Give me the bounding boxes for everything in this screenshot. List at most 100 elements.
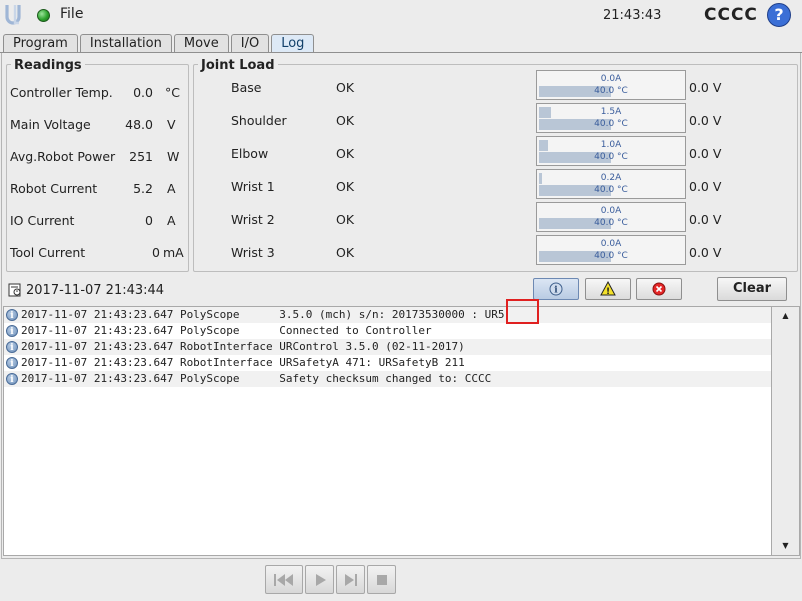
joint-temperature: 40.0 °C bbox=[594, 218, 628, 228]
file-menu[interactable]: File bbox=[60, 6, 83, 22]
log-entry-text: 2017-11-07 21:43:23.647 PolyScope Connec… bbox=[21, 324, 432, 337]
joint-status: OK bbox=[336, 146, 355, 161]
tab-move[interactable]: Move bbox=[173, 34, 229, 53]
joint-name: Elbow bbox=[231, 146, 269, 161]
reading-unit: A bbox=[167, 181, 176, 196]
joint-current: 0.2A bbox=[600, 173, 622, 183]
joint-temperature: 40.0 °C bbox=[594, 86, 628, 96]
svg-text:!: ! bbox=[606, 287, 610, 297]
scroll-up-icon[interactable]: ▲ bbox=[772, 308, 799, 324]
readings-group: Readings Controller Temp. 0.0 °C Main Vo… bbox=[6, 58, 189, 272]
tab-bar: Program Installation Move I/O Log bbox=[3, 34, 315, 53]
play-button[interactable] bbox=[305, 565, 334, 594]
joint-status: OK bbox=[336, 245, 355, 260]
reading-value: 0 bbox=[145, 213, 153, 228]
error-filter-button[interactable] bbox=[636, 278, 682, 300]
joint-status: OK bbox=[336, 212, 355, 227]
log-row[interactable]: 2017-11-07 21:43:23.647 PolyScope Connec… bbox=[4, 323, 771, 340]
log-entry-text: 2017-11-07 21:43:23.647 RobotInterface U… bbox=[21, 340, 465, 353]
reading-value: 5.2 bbox=[133, 181, 153, 196]
joint-meter: 0.0A 40.0 °C bbox=[536, 70, 686, 100]
reading-value: 48.0 bbox=[125, 117, 153, 132]
joint-meter: 1.5A 40.0 °C bbox=[536, 103, 686, 133]
joint-meter: 1.0A 40.0 °C bbox=[536, 136, 686, 166]
info-icon bbox=[6, 356, 18, 372]
reading-label: Controller Temp. bbox=[10, 85, 113, 100]
program-controls bbox=[265, 565, 396, 594]
stop-icon bbox=[376, 574, 387, 585]
joint-name: Wrist 1 bbox=[231, 179, 275, 194]
joint-status: OK bbox=[336, 113, 355, 128]
step-button[interactable] bbox=[336, 565, 365, 594]
joint-name: Wrist 3 bbox=[231, 245, 275, 260]
play-icon bbox=[315, 573, 326, 586]
joint-temperature: 40.0 °C bbox=[594, 119, 628, 129]
joint-current: 0.0A bbox=[600, 239, 622, 249]
joint-current: 1.0A bbox=[600, 140, 622, 150]
joint-current: 0.0A bbox=[600, 206, 622, 216]
joint-meter: 0.0A 40.0 °C bbox=[536, 235, 686, 265]
reading-label: Main Voltage bbox=[10, 117, 91, 132]
tab-log[interactable]: Log bbox=[271, 34, 315, 53]
warning-filter-button[interactable]: ! bbox=[585, 278, 631, 300]
reading-unit: W bbox=[167, 149, 180, 164]
log-row[interactable]: 2017-11-07 21:43:23.647 RobotInterface U… bbox=[4, 339, 771, 356]
log-list: 2017-11-07 21:43:23.647 PolyScope 3.5.0 … bbox=[3, 306, 772, 556]
reading-unit: A bbox=[167, 213, 176, 228]
log-row[interactable]: 2017-11-07 21:43:23.647 RobotInterface U… bbox=[4, 355, 771, 372]
joint-load-title: Joint Load bbox=[198, 58, 278, 73]
top-bar: File 21:43:43 CCCC ? bbox=[0, 0, 802, 32]
info-filter-button[interactable]: i bbox=[533, 278, 579, 300]
log-scrollbar[interactable]: ▲ ▼ bbox=[772, 306, 800, 556]
reading-unit: °C bbox=[165, 85, 180, 100]
log-entry-text: 2017-11-07 21:43:23.647 PolyScope 3.5.0 … bbox=[21, 308, 505, 321]
error-filter-icon bbox=[652, 282, 666, 296]
joint-meter: 0.0A 40.0 °C bbox=[536, 202, 686, 232]
log-row[interactable]: 2017-11-07 21:43:23.647 PolyScope 3.5.0 … bbox=[4, 307, 771, 324]
info-filter-icon: i bbox=[549, 282, 563, 296]
reading-unit: V bbox=[167, 117, 176, 132]
joint-status: OK bbox=[336, 80, 355, 95]
reading-label: Robot Current bbox=[10, 181, 98, 196]
tab-io[interactable]: I/O bbox=[230, 34, 270, 53]
stop-button[interactable] bbox=[367, 565, 396, 594]
tab-installation[interactable]: Installation bbox=[79, 34, 172, 53]
clear-button[interactable]: Clear bbox=[717, 277, 787, 301]
log-entry-text: 2017-11-07 21:43:23.647 PolyScope Safety… bbox=[21, 372, 492, 385]
joint-temperature: 40.0 °C bbox=[594, 251, 628, 261]
scroll-down-icon[interactable]: ▼ bbox=[772, 538, 799, 554]
warning-filter-icon: ! bbox=[600, 280, 616, 297]
info-icon bbox=[6, 308, 18, 324]
joint-name: Wrist 2 bbox=[231, 212, 275, 227]
reading-unit: mA bbox=[163, 245, 184, 260]
log-date: 2017-11-07 21:43:44 bbox=[26, 283, 165, 298]
help-button[interactable]: ? bbox=[767, 3, 791, 27]
info-icon bbox=[6, 340, 18, 356]
joint-voltage: 0.0 V bbox=[689, 113, 722, 128]
robot-name: CCCC bbox=[704, 5, 758, 25]
joint-name: Base bbox=[231, 80, 262, 95]
joint-temperature: 40.0 °C bbox=[594, 185, 628, 195]
ur-logo-icon bbox=[5, 5, 21, 25]
joint-name: Shoulder bbox=[231, 113, 287, 128]
info-icon bbox=[6, 324, 18, 340]
log-tab-panel: Readings Controller Temp. 0.0 °C Main Vo… bbox=[1, 53, 801, 559]
tab-program[interactable]: Program bbox=[3, 34, 78, 53]
log-entry-text: 2017-11-07 21:43:23.647 RobotInterface U… bbox=[21, 356, 465, 369]
joint-current: 1.5A bbox=[600, 107, 622, 117]
log-file-icon bbox=[8, 283, 21, 297]
joint-voltage: 0.0 V bbox=[689, 179, 722, 194]
step-icon bbox=[344, 573, 357, 586]
joint-temperature: 40.0 °C bbox=[594, 152, 628, 162]
joint-meter: 0.2A 40.0 °C bbox=[536, 169, 686, 199]
reading-label: Avg.Robot Power bbox=[10, 149, 116, 164]
info-icon bbox=[6, 372, 18, 388]
clock: 21:43:43 bbox=[603, 8, 662, 23]
log-row[interactable]: 2017-11-07 21:43:23.647 PolyScope Safety… bbox=[4, 371, 771, 388]
status-dot-icon bbox=[37, 9, 50, 22]
reading-value: 0 bbox=[152, 245, 160, 260]
rewind-button[interactable] bbox=[265, 565, 303, 594]
svg-text:i: i bbox=[554, 286, 558, 296]
rewind-icon bbox=[274, 573, 293, 586]
joint-voltage: 0.0 V bbox=[689, 212, 722, 227]
